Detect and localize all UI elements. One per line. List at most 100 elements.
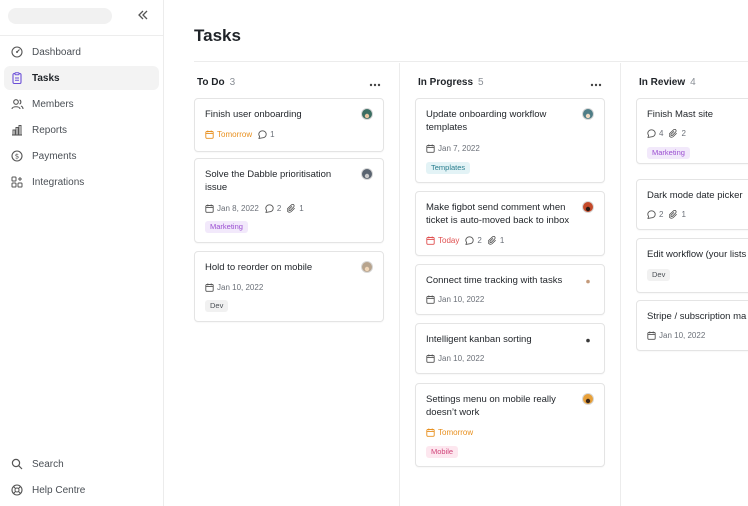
comment-icon (647, 210, 656, 219)
task-card[interactable]: Edit workflow (your lists Dev (636, 238, 748, 293)
column-title: In Progress (418, 77, 474, 88)
sidebar-item-tasks[interactable]: Tasks (4, 66, 159, 90)
column-header: To Do 3 (197, 77, 235, 88)
task-card[interactable]: Hold to reorder on mobile Jan 10, 2022 D… (194, 251, 384, 322)
workspace-switcher[interactable] (8, 8, 112, 24)
calendar-icon (426, 144, 435, 153)
attachment-count: 2 (681, 129, 686, 138)
tag-marketing[interactable]: Marketing (647, 147, 690, 159)
card-meta: Today 2 1 (426, 236, 504, 245)
sidebar-item-label: Reports (32, 124, 68, 136)
sidebar-item-integrations[interactable]: Integrations (4, 170, 159, 194)
task-card[interactable]: Finish Mast site 4 2 Marketing (636, 98, 748, 164)
assignee-avatar[interactable] (361, 261, 373, 273)
card-meta: Jan 10, 2022 (647, 331, 705, 340)
assignee-avatar[interactable] (361, 108, 373, 120)
tag-marketing[interactable]: Marketing (205, 221, 248, 233)
board-column-in-review: In Review 4 Finish Mast site 4 2 Marketi… (636, 63, 748, 506)
board-column-todo: To Do 3 Finish user onboarding Tomorrow … (194, 63, 384, 506)
column-divider (399, 63, 400, 506)
due-date: Today (438, 236, 460, 245)
due-date: Jan 7, 2022 (438, 144, 480, 153)
assignee-avatar[interactable] (582, 274, 594, 286)
card-meta: 4 2 (647, 129, 686, 138)
sidebar-item-payments[interactable]: $ Payments (4, 144, 159, 168)
sidebar-footer: Search Help Centre (4, 452, 159, 504)
task-card[interactable]: Settings menu on mobile really doesn’t w… (415, 383, 605, 467)
column-header: In Review 4 (639, 77, 696, 88)
collapse-sidebar-icon[interactable] (136, 8, 150, 22)
card-meta: Tomorrow (426, 428, 473, 437)
card-meta: Jan 8, 2022 2 1 (205, 204, 304, 213)
sidebar-item-label: Search (32, 458, 64, 470)
sidebar-item-label: Dashboard (32, 46, 81, 58)
tag-dev[interactable]: Dev (647, 269, 671, 281)
due-date: Jan 10, 2022 (217, 283, 264, 292)
due-date: Jan 10, 2022 (438, 295, 485, 304)
calendar-icon (205, 283, 214, 292)
card-meta: 2 1 (647, 210, 686, 219)
assignee-avatar[interactable] (361, 168, 373, 180)
column-count: 4 (690, 77, 696, 88)
chart-icon (10, 123, 24, 137)
sidebar: Dashboard Tasks Members Reports $ Paymen… (0, 0, 164, 506)
attachment-count: 1 (299, 204, 304, 213)
sidebar-item-dashboard[interactable]: Dashboard (4, 40, 159, 64)
assignee-avatar[interactable] (582, 333, 594, 345)
card-meta: Jan 7, 2022 (426, 144, 480, 153)
attachment-icon (487, 236, 496, 245)
task-card[interactable]: Update onboarding workflow templates Jan… (415, 98, 605, 183)
card-title: Connect time tracking with tasks (426, 275, 563, 286)
sidebar-item-help-centre[interactable]: Help Centre (4, 478, 159, 502)
attachment-count: 1 (681, 210, 686, 219)
sidebar-item-label: Tasks (32, 72, 60, 84)
card-title: Dark mode date picker (647, 190, 743, 201)
sidebar-nav: Dashboard Tasks Members Reports $ Paymen… (4, 40, 159, 196)
due-date: Jan 10, 2022 (438, 354, 485, 363)
comment-icon (258, 130, 267, 139)
dollar-icon: $ (10, 149, 24, 163)
comment-icon (465, 236, 475, 245)
task-card[interactable]: Make figbot send comment when ticket is … (415, 191, 605, 256)
tag-dev[interactable]: Dev (205, 300, 229, 312)
sidebar-header (0, 0, 163, 36)
calendar-icon (426, 295, 435, 304)
sidebar-item-label: Help Centre (32, 484, 86, 496)
card-title: Hold to reorder on mobile (205, 262, 313, 273)
comment-count: 4 (659, 129, 664, 138)
assignee-avatar[interactable] (582, 393, 594, 405)
comment-count: 2 (659, 210, 664, 219)
sidebar-item-search[interactable]: Search (4, 452, 159, 476)
divider (194, 61, 748, 62)
card-title: Make figbot send comment when ticket is … (426, 202, 570, 226)
column-count: 3 (229, 77, 236, 88)
assignee-avatar[interactable] (582, 108, 594, 120)
card-title: Edit workflow (your lists (647, 249, 747, 260)
card-title: Update onboarding workflow templates (426, 109, 547, 133)
task-card[interactable]: Solve the Dabble prioritisation issue Ja… (194, 158, 384, 243)
task-card[interactable]: Intelligent kanban sorting Jan 10, 2022 (415, 323, 605, 374)
sidebar-item-members[interactable]: Members (4, 92, 159, 116)
card-title: Finish Mast site (647, 109, 713, 120)
task-card[interactable]: Stripe / subscription ma Jan 10, 2022 (636, 300, 748, 351)
sidebar-item-reports[interactable]: Reports (4, 118, 159, 142)
task-card[interactable]: Finish user onboarding Tomorrow 1 (194, 98, 384, 152)
search-icon (10, 457, 24, 471)
card-meta: Jan 10, 2022 (426, 295, 484, 304)
tag-templates[interactable]: Templates (426, 162, 471, 174)
task-card[interactable]: Connect time tracking with tasks Jan 10,… (415, 264, 605, 315)
task-card[interactable]: Dark mode date picker 2 1 (636, 179, 748, 230)
calendar-icon (426, 428, 435, 437)
due-date: Jan 8, 2022 (217, 204, 259, 213)
calendar-icon (205, 204, 214, 213)
column-title: To Do (197, 77, 225, 88)
column-divider (620, 63, 621, 506)
more-options-icon[interactable] (589, 77, 603, 87)
assignee-avatar[interactable] (582, 201, 594, 213)
comment-count: 1 (270, 130, 275, 139)
column-title: In Review (639, 77, 686, 88)
more-options-icon[interactable] (368, 77, 382, 87)
clipboard-icon (10, 71, 24, 85)
sidebar-item-label: Payments (32, 150, 77, 162)
tag-mobile[interactable]: Mobile (426, 446, 459, 458)
